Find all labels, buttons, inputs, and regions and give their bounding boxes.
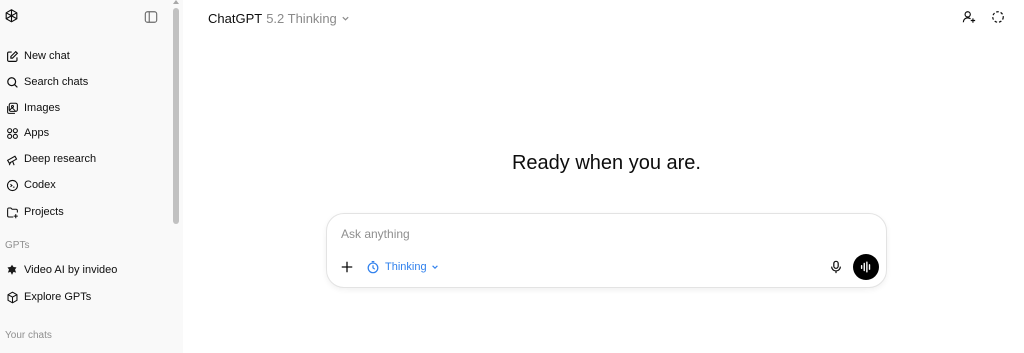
sidebar-item-label: Apps <box>24 127 50 139</box>
microphone-icon[interactable] <box>829 260 843 274</box>
images-icon <box>5 101 19 115</box>
chevron-down-icon <box>342 16 349 21</box>
sidebar-item-label: Search chats <box>24 76 89 88</box>
sidebar: New chat Search chats Images Apps Deep r… <box>0 0 183 353</box>
gpts-section-label: GPTs <box>5 240 30 251</box>
sidebar-item-new-chat[interactable]: New chat <box>0 44 170 68</box>
sidebar-item-label: Codex <box>24 179 56 191</box>
sidebar-item-label: Images <box>24 102 61 114</box>
chat-composer: Thinking <box>326 213 887 288</box>
prompt-input[interactable] <box>341 224 741 244</box>
voice-mode-button[interactable] <box>853 254 879 280</box>
sidebar-scrollbar-thumb[interactable] <box>173 8 179 224</box>
page-title: Ready when you are. <box>511 152 701 174</box>
sidebar-item-video-ai[interactable]: Video AI by invideo <box>0 258 170 282</box>
add-people-icon[interactable] <box>962 10 976 24</box>
sidebar-item-search-chats[interactable]: Search chats <box>0 70 170 94</box>
new-chat-icon <box>5 49 19 63</box>
invideo-icon <box>5 263 19 277</box>
sidebar-item-label: Video AI by invideo <box>24 264 118 276</box>
model-version: 5.2 Thinking <box>266 10 337 26</box>
sidebar-item-label: Explore GPTs <box>24 291 92 303</box>
cube-icon <box>5 290 19 304</box>
sidebar-item-label: Deep research <box>24 153 97 165</box>
folder-icon <box>5 205 19 219</box>
sidebar-item-explore-gpts[interactable]: Explore GPTs <box>0 285 170 309</box>
temporary-chat-icon[interactable] <box>991 10 1005 24</box>
telescope-icon <box>5 152 19 166</box>
sidebar-toggle-icon[interactable] <box>144 10 158 24</box>
timer-icon <box>367 260 379 274</box>
model-name: ChatGPT <box>208 10 263 26</box>
sidebar-item-label: New chat <box>24 50 70 62</box>
search-icon <box>5 75 19 89</box>
sidebar-item-projects[interactable]: Projects <box>0 200 170 224</box>
sidebar-item-deep-research[interactable]: Deep research <box>0 147 170 171</box>
chevron-down-icon <box>431 265 438 269</box>
scroll-up-arrow-icon[interactable] <box>173 0 179 4</box>
codex-icon <box>5 178 19 192</box>
model-selector[interactable]: ChatGPT 5.2 Thinking <box>208 9 350 27</box>
apps-icon <box>5 126 19 140</box>
thinking-mode-button[interactable]: Thinking <box>366 259 439 275</box>
your-chats-section-label: Your chats <box>5 330 52 341</box>
sidebar-header <box>0 0 183 36</box>
sidebar-item-codex[interactable]: Codex <box>0 173 170 197</box>
sidebar-item-label: Projects <box>24 206 64 218</box>
openai-logo-icon[interactable] <box>3 8 20 25</box>
thinking-mode-label: Thinking <box>385 261 427 273</box>
sidebar-item-images[interactable]: Images <box>0 96 170 120</box>
voice-waveform-icon <box>860 261 871 273</box>
plus-icon[interactable] <box>340 260 354 274</box>
sidebar-item-apps[interactable]: Apps <box>0 121 170 145</box>
